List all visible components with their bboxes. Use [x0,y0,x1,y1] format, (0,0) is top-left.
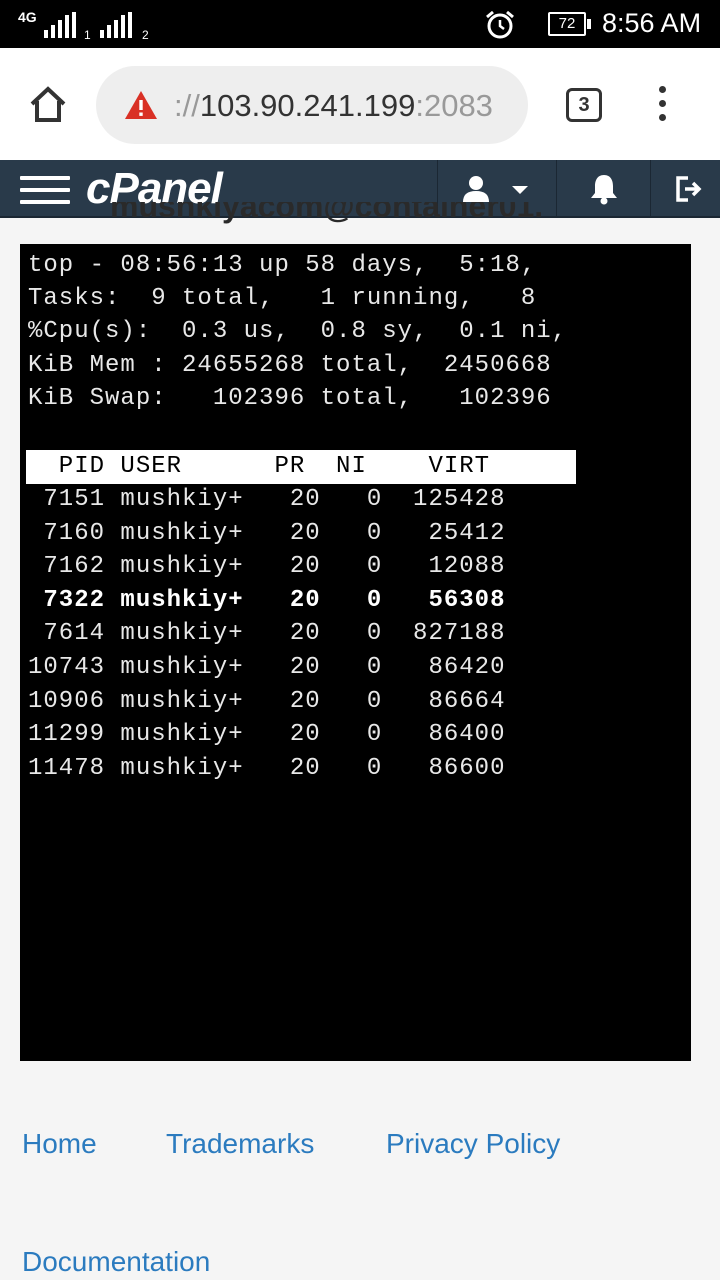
browser-toolbar: ://103.90.241.199:2083 3 [0,48,720,160]
address-bar[interactable]: ://103.90.241.199:2083 [96,66,528,144]
account-title: mushkiyacom@container01. [110,202,544,224]
warning-icon[interactable] [124,90,158,120]
notifications-bell-icon[interactable] [588,172,620,206]
process-row: 10743 mushkiy+ 20 0 86420 [28,654,506,681]
process-row: 7322 mushkiy+ 20 0 56308 [28,586,506,614]
alarm-icon [486,10,514,39]
sim2-label: 2 [142,28,149,42]
process-row: 7614 mushkiy+ 20 0 827188 [28,620,506,648]
user-menu-icon[interactable] [460,174,530,204]
battery-tip [587,19,591,29]
header-divider [650,160,651,218]
tab-switcher-button[interactable]: 3 [566,88,602,122]
process-row: 7151 mushkiy+ 20 0 125428 [28,486,506,513]
home-icon[interactable] [26,82,70,126]
logout-icon[interactable] [674,174,704,204]
network-type: 4G [18,9,37,25]
process-table-header: PID USER PR NI VIRT [26,450,576,484]
footer-link-privacy-policy[interactable]: Privacy Policy [386,1128,560,1160]
footer-link-documentation[interactable]: Documentation [22,1246,210,1278]
process-row: 10906 mushkiy+ 20 0 86664 [28,687,506,715]
signal-icon [100,12,132,38]
status-bar: 4G 1 2 72 8:56 AM [0,0,720,48]
top-summary-line: top - 08:56:13 up 58 days, 5:18, [28,252,537,279]
url-port: :2083 [415,88,493,123]
url-scheme: :// [174,88,200,123]
clock: 8:56 AM [602,8,702,38]
sim1-label: 1 [84,28,91,42]
footer-link-trademarks[interactable]: Trademarks [166,1128,314,1160]
process-row: 11478 mushkiy+ 20 0 86600 [28,754,506,782]
process-row: 11299 mushkiy+ 20 0 86400 [28,721,506,749]
overflow-menu-icon[interactable] [652,86,672,126]
mem-line: KiB Mem : 24655268 total, 2450668 [28,352,552,379]
cpu-line: %Cpu(s): 0.3 us, 0.8 sy, 0.1 ni, [28,318,568,345]
process-row: 7162 mushkiy+ 20 0 12088 [28,553,506,581]
url-host: 103.90.241.199 [199,88,416,123]
battery-icon: 72 [548,12,586,36]
swap-line: KiB Swap: 102396 total, 102396 [28,385,552,412]
url-text[interactable]: ://103.90.241.199:2083 [174,88,493,124]
hamburger-menu-icon[interactable] [20,176,70,204]
signal-icon [44,12,76,38]
terminal-window[interactable]: top - 08:56:13 up 58 days, 5:18, Tasks: … [20,244,691,1061]
process-row: 7160 mushkiy+ 20 0 25412 [28,519,506,547]
footer-link-home[interactable]: Home [22,1128,97,1160]
tasks-line: Tasks: 9 total, 1 running, 8 [28,285,537,312]
